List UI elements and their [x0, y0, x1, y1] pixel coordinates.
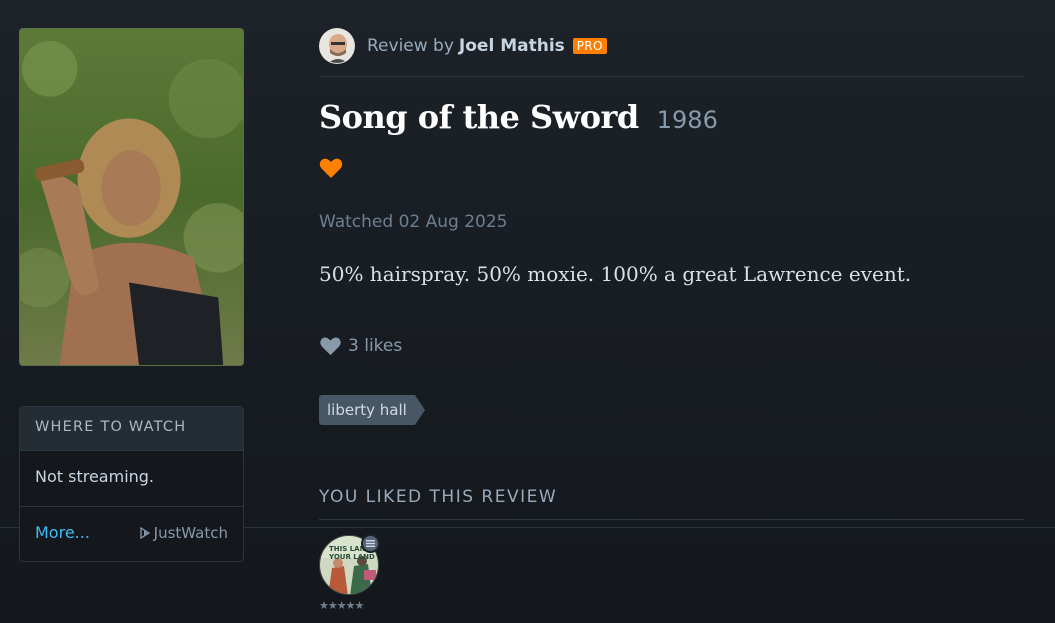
heart-icon	[319, 158, 343, 178]
review-tag[interactable]: liberty hall	[319, 395, 425, 425]
tag-label: liberty hall	[319, 395, 415, 425]
review-by-text: Review by	[367, 36, 454, 56]
review-by-label: Review by Joel Mathis	[367, 36, 565, 56]
liker-rating: ★★★★★	[319, 599, 364, 612]
review-author-row: Review by Joel Mathis PRO	[319, 28, 607, 64]
liker-list-badge	[361, 534, 380, 553]
liked-section-divider	[319, 519, 1024, 520]
justwatch-label: JustWatch	[153, 523, 228, 542]
pro-badge[interactable]: PRO	[572, 38, 607, 54]
review-body: 50% hairspray. 50% moxie. 100% a great L…	[319, 262, 912, 286]
liked-section-heading: YOU LIKED THIS REVIEW	[319, 487, 558, 507]
likes-row[interactable]: 3 likes	[319, 336, 402, 356]
likes-heart-icon[interactable]	[319, 336, 342, 356]
where-to-watch-heading: WHERE TO WATCH	[20, 407, 243, 451]
film-poster[interactable]	[19, 28, 244, 366]
justwatch-play-icon	[140, 526, 150, 539]
author-avatar[interactable]	[319, 28, 355, 64]
author-name-link[interactable]: Joel Mathis	[459, 36, 565, 56]
film-title-row: Song of the Sword 1986	[319, 98, 718, 136]
list-icon	[366, 540, 375, 547]
justwatch-link[interactable]: JustWatch	[139, 524, 228, 542]
liker-item[interactable]: THIS LAND YOUR LAND ★★★★★	[319, 534, 380, 612]
header-divider	[319, 76, 1024, 77]
watched-date: Watched 02 Aug 2025	[319, 212, 508, 232]
tag-arrow	[414, 395, 425, 425]
likes-count[interactable]: 3 likes	[348, 336, 402, 356]
streaming-status: Not streaming.	[35, 467, 155, 486]
film-year-link[interactable]: 1986	[657, 106, 718, 134]
author-avatar-image	[320, 29, 354, 63]
poster-image	[20, 29, 243, 365]
film-title-link[interactable]: Song of the Sword	[319, 98, 639, 136]
more-services-link[interactable]: More...	[35, 523, 90, 542]
where-to-watch-panel: WHERE TO WATCH Not streaming. More... Ju…	[19, 406, 244, 562]
